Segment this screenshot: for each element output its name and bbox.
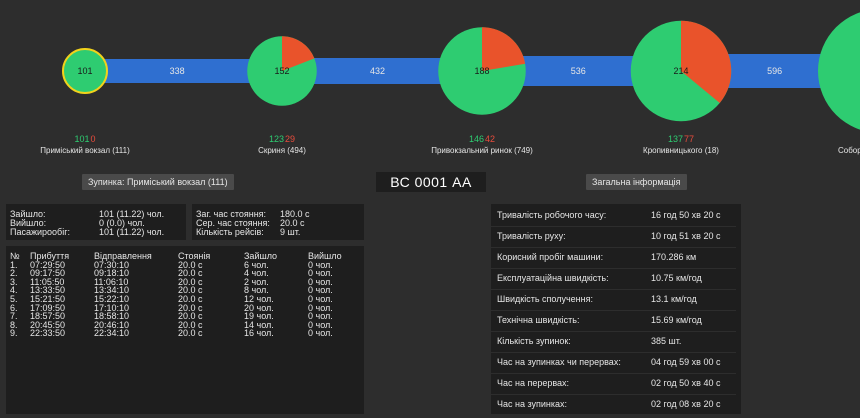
stop-header-button[interactable]: Зупинка: Приміський вокзал (111) — [82, 174, 234, 190]
flow-label: Пасажирообіг: — [10, 227, 70, 237]
stop-name-label[interactable]: Приміський вокзал (111) — [40, 146, 129, 155]
row-arrival: 22:33:50 — [30, 328, 66, 339]
details-area: Зупинка: Приміський вокзал (111) ВС 0001… — [0, 170, 860, 418]
info-separator — [491, 226, 736, 227]
row-out: 0 чол. — [308, 328, 333, 339]
dwell-summary-panel: Заг. час стояння: 180.0 с Сер. час стоян… — [192, 204, 364, 240]
stop-name-label[interactable]: Собор — [838, 146, 860, 155]
info-value: 16 год 50 хв 20 с — [651, 210, 721, 220]
stop-pax-label: 188 — [474, 66, 489, 76]
segment-load-label: 536 — [571, 66, 586, 76]
stop-in-out-counts: 12329 — [269, 134, 295, 144]
info-separator — [491, 331, 736, 332]
stop-out-count: 0 — [90, 134, 96, 144]
trips-label: Кількість рейсів: — [196, 227, 264, 237]
info-separator — [491, 373, 736, 374]
info-separator — [491, 310, 736, 311]
stop-summary-panel: Зайшло: 101 (11.22) чол. Вийшло: 0 (0.0)… — [6, 204, 186, 240]
info-value: 10.75 км/год — [651, 273, 702, 283]
info-row: Час на зупинках чи перервах: 04 год 59 хв… — [491, 357, 736, 371]
stop-name-label[interactable]: Скриня (494) — [258, 146, 306, 155]
info-value: 10 год 51 хв 20 с — [651, 231, 721, 241]
info-value: 385 шт. — [651, 336, 682, 346]
stop-in-out-counts: 13777 — [668, 134, 694, 144]
stop-circle[interactable] — [818, 9, 860, 133]
info-row: Швидкість сполучення: 13.1 км/год — [491, 294, 736, 308]
table-row: 9. 22:33:50 22:34:10 20.0 с 16 чол. 0 чол. — [10, 329, 358, 338]
row-departure: 22:34:10 — [94, 328, 130, 339]
info-label: Час на зупинках чи перервах: — [497, 357, 621, 367]
stop-in-count: 101 — [74, 134, 90, 144]
info-value: 02 год 50 хв 40 с — [651, 378, 721, 388]
info-separator — [491, 289, 736, 290]
info-row: Час на зупинках: 02 год 08 хв 20 с — [491, 399, 736, 413]
segment-load-label: 432 — [370, 66, 385, 76]
stop-in-out-counts: 1010 — [74, 134, 95, 144]
segment-load-label: 338 — [170, 66, 185, 76]
info-separator — [491, 352, 736, 353]
info-separator — [491, 268, 736, 269]
info-label: Час на зупинках: — [497, 399, 568, 409]
info-row: Тривалість руху: 10 год 51 хв 20 с — [491, 231, 736, 245]
stop-node[interactable] — [818, 9, 860, 133]
stop-in-out-counts: 14642 — [469, 134, 495, 144]
stop-out-slice — [482, 27, 526, 71]
info-label: Експлуатаційна швидкість: — [497, 273, 609, 283]
info-value: 13.1 км/год — [651, 294, 697, 304]
stop-pax-label: 214 — [673, 66, 688, 76]
info-value: 170.286 км — [651, 252, 697, 262]
info-value: 15.69 км/год — [651, 315, 702, 325]
vehicle-plate: ВС 0001 АА — [376, 172, 486, 192]
segment-load-label: 596 — [767, 66, 782, 76]
info-label: Корисний пробіг машини: — [497, 252, 604, 262]
stop-timetable-panel: № Прибуття Відправлення Стоянія Зайшло В… — [6, 246, 364, 414]
info-label: Час на перервах: — [497, 378, 570, 388]
flow-value: 101 (11.22) чол. — [99, 227, 165, 237]
stop-out-count: 77 — [684, 134, 695, 144]
stop-in-count: 123 — [268, 134, 285, 144]
info-row: Технічна швидкість: 15.69 км/год — [491, 315, 736, 329]
stop-pax-label: 101 — [77, 66, 92, 76]
info-label: Тривалість руху: — [497, 231, 566, 241]
stop-out-count: 29 — [285, 134, 296, 144]
info-label: Швидкість сполучення: — [497, 294, 593, 304]
info-row: Кількість зупинок: 385 шт. — [491, 336, 736, 350]
info-row: Корисний пробіг машини: 170.286 км — [491, 252, 736, 266]
stop-pax-label: 152 — [274, 66, 289, 76]
stop-in-count: 146 — [468, 134, 485, 144]
stop-timetable: № Прибуття Відправлення Стоянія Зайшло В… — [10, 252, 358, 338]
info-separator — [491, 394, 736, 395]
trips-value: 9 шт. — [280, 227, 301, 237]
info-value: 04 год 59 хв 00 с — [651, 357, 721, 367]
info-label: Кількість зупинок: — [497, 336, 571, 346]
route-flow-svg: 101 152 188 214 338 432 536 596 — [62, 9, 860, 133]
info-separator — [491, 247, 736, 248]
row-in: 16 чол. — [244, 328, 274, 339]
route-flow-visualization: 101 152 188 214 338 432 536 596 1010 Приміський … — [0, 0, 860, 170]
info-value: 02 год 08 хв 20 с — [651, 399, 721, 409]
stop-name-label[interactable]: Кропивницького (18) — [643, 146, 719, 155]
row-dwell: 20.0 с — [178, 328, 203, 339]
info-label: Технічна швидкість: — [497, 315, 580, 325]
stop-in-count: 137 — [667, 134, 684, 144]
row-number: 9. — [10, 328, 18, 339]
info-label: Тривалість робочого часу: — [497, 210, 607, 220]
general-info-header-button[interactable]: Загальна інформація — [586, 174, 687, 190]
stop-out-count: 42 — [485, 134, 496, 144]
general-info-panel: Тривалість робочого часу: 16 год 50 хв 20… — [491, 204, 741, 414]
stop-name-label[interactable]: Привокзальний ринок (749) — [431, 146, 533, 155]
info-row: Тривалість робочого часу: 16 год 50 хв 20… — [491, 210, 736, 224]
info-row: Час на перервах: 02 год 50 хв 40 с — [491, 378, 736, 392]
info-row: Експлуатаційна швидкість: 10.75 км/год — [491, 273, 736, 287]
